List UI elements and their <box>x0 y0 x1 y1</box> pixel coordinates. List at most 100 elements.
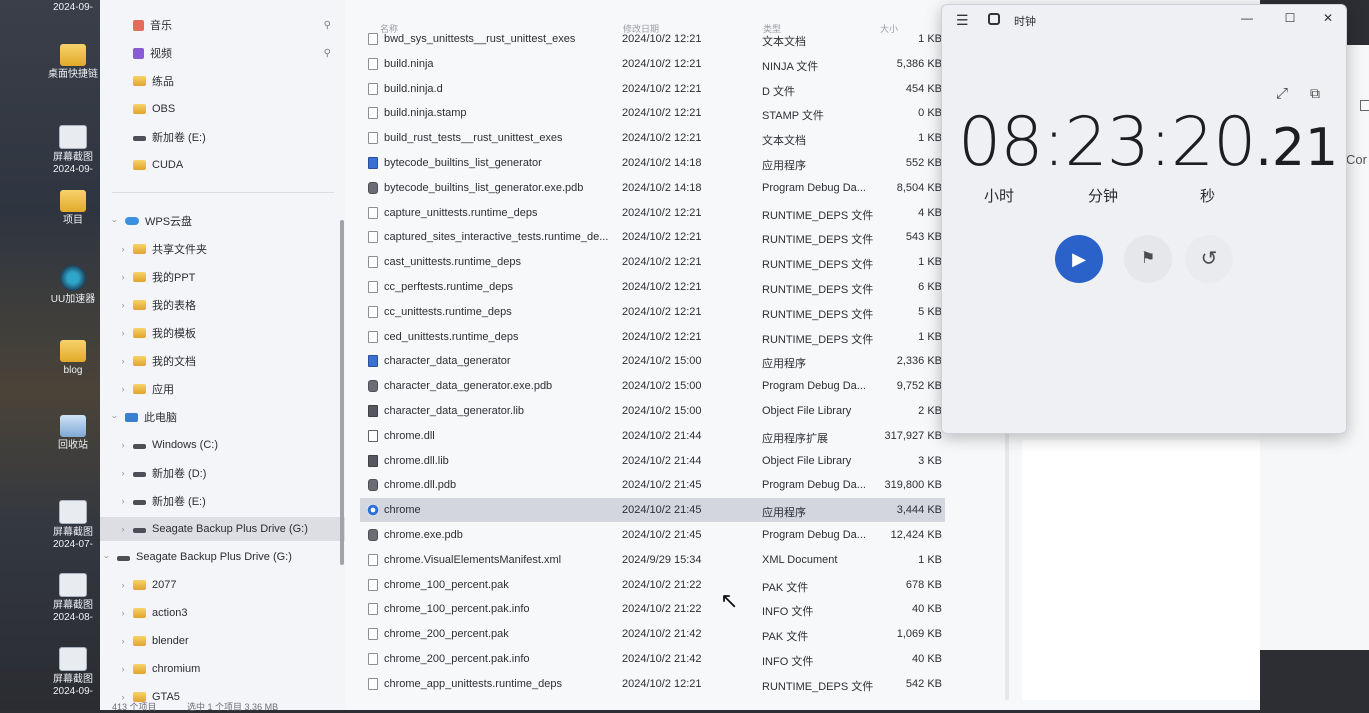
file-size: 4 KB <box>918 206 942 219</box>
nav-scrollbar[interactable] <box>340 220 344 565</box>
clock-title-bar[interactable]: ☰ 时钟 — ☐ ✕ <box>942 5 1346 35</box>
file-row[interactable]: character_data_generator.exe.pdb 2024/10/… <box>360 374 945 398</box>
desktop-icon[interactable]: UU加速器 <box>38 265 108 306</box>
nav-item[interactable]: › Seagate Backup Plus Drive (G:) <box>100 517 345 541</box>
file-row[interactable]: build.ninja.d 2024/10/2 12:21 D 文件 454 KB <box>360 77 945 101</box>
file-name: bwd_sys_unittests__rust_unittest_exes <box>384 33 576 45</box>
file-row[interactable]: chrome_200_percent.pak 2024/10/2 21:42 PAK… <box>360 622 945 646</box>
chevron-icon[interactable]: › <box>102 552 112 562</box>
drive-icon <box>133 136 146 141</box>
file-row[interactable]: cc_unittests.runtime_deps 2024/10/2 12:21… <box>360 300 945 324</box>
file-row[interactable]: chrome_100_percent.pak 2024/10/2 21:22 PAK… <box>360 573 945 597</box>
chevron-icon[interactable]: › <box>118 244 128 254</box>
nav-item[interactable]: › 我的文档 <box>100 349 345 373</box>
desktop-icon-label: 屏幕截图 2024-08- <box>52 600 94 623</box>
file-row[interactable]: build.ninja.stamp 2024/10/2 12:21 STAMP 文件… <box>360 101 945 125</box>
nav-item[interactable]: OBS <box>100 97 345 121</box>
file-row[interactable]: ced_unittests.runtime_deps 2024/10/2 12:2… <box>360 325 945 349</box>
nav-item[interactable]: › 新加卷 (D:) <box>100 461 345 485</box>
file-row[interactable]: character_data_generator.lib 2024/10/2 15… <box>360 399 945 423</box>
file-row[interactable]: cc_perftests.runtime_deps 2024/10/2 12:21… <box>360 275 945 299</box>
nav-item[interactable]: › 应用 <box>100 377 345 401</box>
chevron-icon[interactable]: › <box>118 496 128 506</box>
file-row[interactable]: character_data_generator 2024/10/2 15:00 应… <box>360 349 945 373</box>
file-row[interactable]: chrome.VisualElementsManifest.xml 2024/9/… <box>360 548 945 572</box>
minimize-button[interactable]: — <box>1238 11 1256 25</box>
desktop-icon[interactable]: 回收站 <box>38 415 108 452</box>
nav-item[interactable]: › blender <box>100 629 345 653</box>
nav-item[interactable]: › action3 <box>100 601 345 625</box>
nav-item[interactable]: › chromium <box>100 657 345 681</box>
chevron-icon[interactable]: › <box>118 580 128 590</box>
nav-item[interactable]: › 共享文件夹 <box>100 237 345 261</box>
close-button[interactable]: ✕ <box>1319 11 1337 25</box>
nav-item[interactable]: › Seagate Backup Plus Drive (G:) <box>100 545 345 569</box>
nav-item[interactable]: › 我的PPT <box>100 265 345 289</box>
desktop-icon[interactable]: 屏幕截图 2024-09- <box>38 125 108 176</box>
chevron-icon[interactable]: › <box>118 440 128 450</box>
chevron-icon[interactable]: › <box>118 468 128 478</box>
desktop-icon[interactable]: 2024-09- <box>38 2 108 14</box>
chevron-icon[interactable]: › <box>118 356 128 366</box>
desktop-icon[interactable]: 屏幕截图 2024-07- <box>38 500 108 551</box>
desktop-icon[interactable]: 屏幕截图 2024-08- <box>38 573 108 624</box>
nav-item[interactable]: › 新加卷 (E:) <box>100 489 345 513</box>
play-button[interactable]: ▶ <box>1055 235 1103 283</box>
expand-icon[interactable]: ⤢ <box>1276 85 1288 102</box>
chevron-icon[interactable]: › <box>118 384 128 394</box>
chevron-icon[interactable]: › <box>118 272 128 282</box>
file-row[interactable]: chrome_100_percent.pak.info 2024/10/2 21:… <box>360 597 945 621</box>
file-row[interactable]: capture_unittests.runtime_deps 2024/10/2 … <box>360 201 945 225</box>
menu-icon[interactable]: ☰ <box>956 12 969 29</box>
pin-icon[interactable]: ⚲ <box>324 48 331 59</box>
chevron-icon[interactable]: › <box>118 664 128 674</box>
nav-item[interactable]: › 我的表格 <box>100 293 345 317</box>
file-row[interactable]: bytecode_builtins_list_generator.exe.pdb… <box>360 176 945 200</box>
chevron-icon[interactable]: › <box>110 216 120 226</box>
file-date: 2024/10/2 21:44 <box>622 454 702 467</box>
file-row[interactable]: build.ninja 2024/10/2 12:21 NINJA 文件 5,386 … <box>360 52 945 76</box>
nav-item[interactable]: › 我的模板 <box>100 321 345 345</box>
file-row[interactable]: chrome.dll.lib 2024/10/2 21:44 Object File… <box>360 449 945 473</box>
file-row[interactable]: bytecode_builtins_list_generator 2024/10/… <box>360 151 945 175</box>
file-row[interactable]: chrome.exe.pdb 2024/10/2 21:45 Program Deb… <box>360 523 945 547</box>
nav-item[interactable]: 视频 ⚲ <box>100 41 345 65</box>
chevron-icon[interactable]: › <box>118 636 128 646</box>
window-icon <box>1360 100 1369 111</box>
file-row[interactable]: chrome_app_unittests.runtime_deps 2024/10… <box>360 672 945 696</box>
chevron-icon[interactable]: › <box>118 328 128 338</box>
nav-item-label: 新加卷 (D:) <box>152 468 207 480</box>
file-size: 40 KB <box>912 653 942 665</box>
file-row[interactable]: chrome_200_percent.pak.info 2024/10/2 21:… <box>360 647 945 671</box>
file-row[interactable]: cast_unittests.runtime_deps 2024/10/2 12:… <box>360 250 945 274</box>
chevron-icon[interactable]: › <box>118 524 128 534</box>
chevron-icon[interactable]: › <box>118 300 128 310</box>
pin-icon[interactable]: ⚲ <box>324 20 331 31</box>
file-row[interactable]: chrome.dll 2024/10/2 21:44 应用程序扩展 317,927 K… <box>360 424 945 448</box>
desktop-icon[interactable]: 桌面快捷链 <box>38 44 108 81</box>
nav-item[interactable]: 练品 <box>100 69 345 93</box>
maximize-button[interactable]: ☐ <box>1281 11 1299 25</box>
chevron-icon[interactable]: › <box>110 412 120 422</box>
desktop-icon[interactable]: 项目 <box>38 190 108 227</box>
file-date: 2024/10/2 12:21 <box>622 330 702 343</box>
nav-item[interactable]: › 2077 <box>100 573 345 597</box>
lap-button[interactable]: ⚑ <box>1124 235 1172 283</box>
nav-item[interactable]: 新加卷 (E:) <box>100 125 345 149</box>
reset-button[interactable]: ↺ <box>1185 235 1233 283</box>
file-row[interactable]: captured_sites_interactive_tests.runtime… <box>360 225 945 249</box>
file-row[interactable]: chrome 2024/10/2 21:45 应用程序 3,444 KB <box>360 498 945 523</box>
nav-item[interactable]: › 此电脑 <box>100 405 345 429</box>
desktop-icon[interactable]: 屏幕截图 2024-09- <box>38 647 108 698</box>
file-row[interactable]: build_rust_tests__rust_unittest_exes 2024… <box>360 126 945 150</box>
file-row[interactable]: chrome.dll.pdb 2024/10/2 21:45 Program Deb… <box>360 473 945 497</box>
nav-item[interactable]: CUDA <box>100 153 345 177</box>
chevron-icon[interactable]: › <box>118 608 128 618</box>
nav-item[interactable]: 音乐 ⚲ <box>100 13 345 37</box>
compact-overlay-icon[interactable]: ⧉ <box>1310 85 1320 102</box>
nav-item[interactable]: › Windows (C:) <box>100 433 345 457</box>
desktop-icon[interactable]: blog <box>38 340 108 377</box>
drive-icon <box>133 472 146 477</box>
file-row[interactable]: bwd_sys_unittests__rust_unittest_exes 202… <box>360 27 945 51</box>
nav-item[interactable]: › WPS云盘 <box>100 209 345 233</box>
